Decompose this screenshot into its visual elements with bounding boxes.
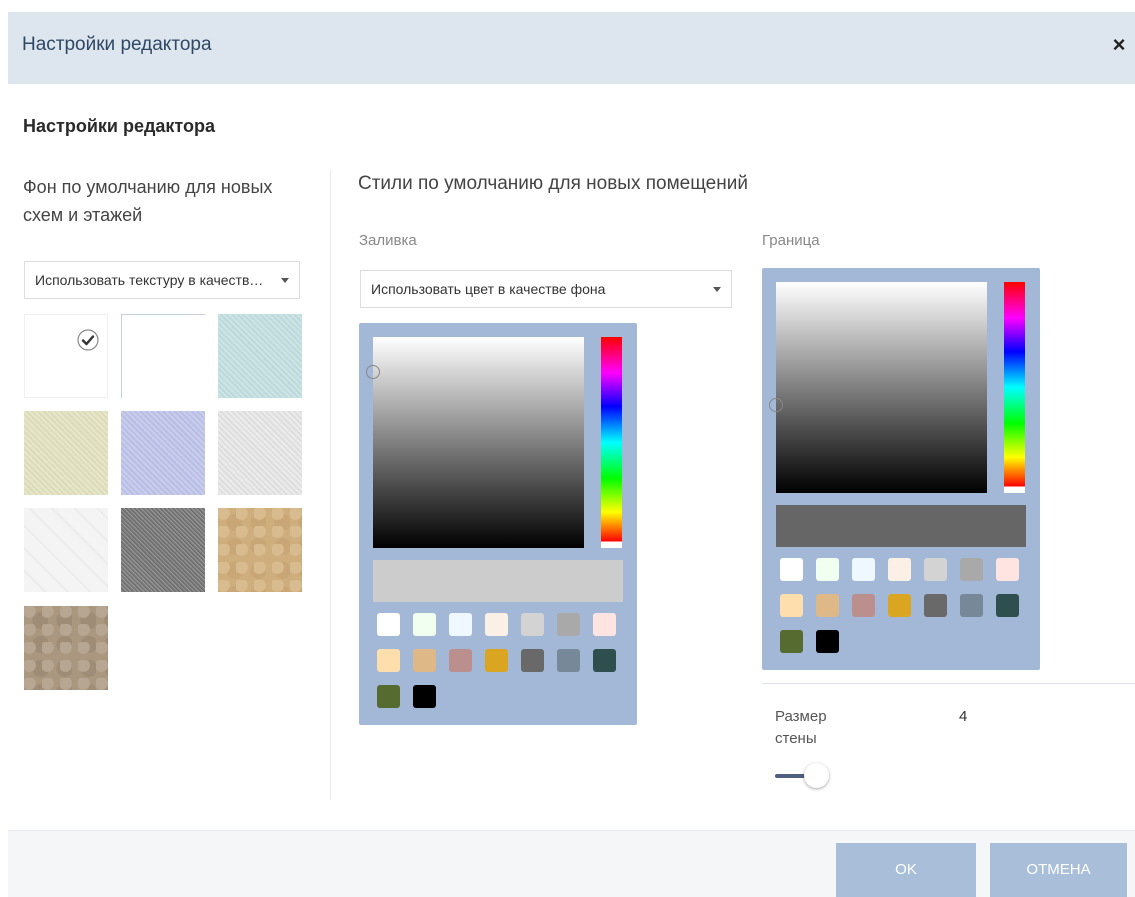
- color-swatch[interactable]: [593, 649, 616, 672]
- color-swatch[interactable]: [485, 613, 508, 636]
- color-swatch[interactable]: [996, 558, 1019, 581]
- color-swatch[interactable]: [377, 649, 400, 672]
- wall-size-divider: [762, 683, 1135, 684]
- texture-light-gray-linen[interactable]: [218, 411, 302, 495]
- fill-hue-slider[interactable]: [601, 337, 622, 548]
- color-swatch[interactable]: [521, 649, 544, 672]
- color-swatch[interactable]: [924, 594, 947, 617]
- color-swatch[interactable]: [377, 613, 400, 636]
- border-saturation-value-area[interactable]: [769, 282, 987, 493]
- styles-heading: Стили по умолчанию для новых помещений: [358, 173, 748, 194]
- background-heading: Фон по умолчанию для новых схем и этажей: [23, 177, 273, 225]
- fill-mode-select[interactable]: Использовать цвет в качестве фона: [360, 270, 732, 308]
- background-mode-value: Использовать текстуру в качестве фона: [35, 272, 269, 288]
- color-swatch[interactable]: [593, 613, 616, 636]
- color-swatch[interactable]: [449, 613, 472, 636]
- wall-size-value: 4: [959, 708, 968, 725]
- border-color-picker: [762, 268, 1040, 670]
- border-color-preview: [776, 505, 1026, 547]
- color-swatch[interactable]: [557, 613, 580, 636]
- texture-gray-granite[interactable]: [121, 508, 205, 592]
- ok-button[interactable]: OK: [836, 843, 976, 897]
- column-divider: [330, 170, 331, 800]
- border-hue-slider[interactable]: [1004, 282, 1025, 493]
- fill-mode-value: Использовать цвет в качестве фона: [371, 281, 606, 297]
- color-swatch[interactable]: [816, 630, 839, 653]
- wall-size-slider-knob[interactable]: [804, 763, 829, 788]
- fill-color-preview: [373, 560, 623, 602]
- texture-tan-leather[interactable]: [218, 508, 302, 592]
- color-swatch[interactable]: [816, 594, 839, 617]
- texture-beige-linen[interactable]: [24, 411, 108, 495]
- chevron-down-icon: [713, 287, 721, 292]
- border-color-handle[interactable]: [769, 398, 783, 412]
- color-swatch[interactable]: [780, 558, 803, 581]
- texture-gray-leather[interactable]: [24, 606, 108, 690]
- checkmark-icon: [77, 329, 99, 351]
- texture-white[interactable]: [121, 314, 205, 398]
- texture-white-quilt[interactable]: [24, 508, 108, 592]
- cancel-button[interactable]: ОТМЕНА: [990, 843, 1127, 897]
- color-swatch[interactable]: [888, 558, 911, 581]
- dialog-header: Настройки редактора ×: [8, 12, 1135, 84]
- color-swatch[interactable]: [924, 558, 947, 581]
- color-swatch[interactable]: [377, 685, 400, 708]
- color-swatch[interactable]: [780, 630, 803, 653]
- color-swatch[interactable]: [521, 613, 544, 636]
- border-label: Граница: [762, 232, 820, 249]
- chevron-down-icon: [281, 278, 289, 283]
- close-icon[interactable]: ×: [1105, 28, 1133, 62]
- color-swatch[interactable]: [413, 649, 436, 672]
- fill-saturation-value-area[interactable]: [366, 337, 584, 548]
- texture-light-cyan-linen[interactable]: [218, 314, 302, 398]
- fill-label: Заливка: [359, 232, 417, 249]
- fill-color-picker: [359, 323, 637, 725]
- color-swatch[interactable]: [449, 649, 472, 672]
- color-swatch[interactable]: [852, 558, 875, 581]
- texture-lavender-linen[interactable]: [121, 411, 205, 495]
- color-swatch[interactable]: [888, 594, 911, 617]
- section-title: Настройки редактора: [23, 116, 215, 136]
- color-swatch[interactable]: [413, 613, 436, 636]
- color-swatch[interactable]: [485, 649, 508, 672]
- color-swatch[interactable]: [557, 649, 580, 672]
- dialog-title: Настройки редактора: [22, 34, 212, 55]
- color-swatch[interactable]: [996, 594, 1019, 617]
- background-mode-select[interactable]: Использовать текстуру в качестве фона: [24, 261, 300, 299]
- color-swatch[interactable]: [780, 594, 803, 617]
- fill-color-handle[interactable]: [366, 365, 380, 379]
- color-swatch[interactable]: [960, 594, 983, 617]
- texture-white-selected[interactable]: [24, 314, 108, 398]
- wall-size-label: Размер стены: [775, 708, 827, 747]
- editor-settings-dialog: Настройки редактора × Настройки редактор…: [8, 8, 1135, 897]
- color-swatch[interactable]: [852, 594, 875, 617]
- color-swatch[interactable]: [413, 685, 436, 708]
- color-swatch[interactable]: [816, 558, 839, 581]
- color-swatch[interactable]: [960, 558, 983, 581]
